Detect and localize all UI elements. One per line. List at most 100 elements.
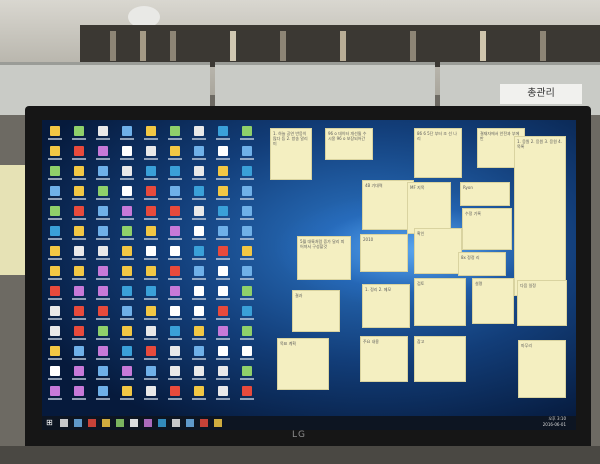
desktop-icon[interactable] [170, 386, 180, 396]
taskbar-app-icon[interactable] [186, 419, 194, 427]
desktop-icon[interactable] [194, 226, 204, 236]
sticky-note[interactable]: 96 o 데이터 개선될 수 시몽 96 o 보장되어간 [325, 128, 373, 160]
desktop-icon[interactable] [122, 346, 132, 356]
desktop-icon[interactable] [242, 286, 252, 296]
desktop-icon[interactable] [74, 286, 84, 296]
desktop-icon[interactable] [170, 126, 180, 136]
desktop-icon[interactable] [218, 126, 228, 136]
desktop-icon[interactable] [50, 306, 60, 316]
desktop-icon[interactable] [170, 286, 180, 296]
sticky-note[interactable]: 확인 [414, 228, 462, 274]
sticky-note[interactable]: 마무리 [518, 340, 566, 398]
desktop-icon[interactable] [98, 386, 108, 396]
desktop-icon[interactable] [218, 366, 228, 376]
desktop-icon[interactable] [50, 226, 60, 236]
desktop-icon[interactable] [50, 386, 60, 396]
desktop-icon[interactable] [218, 166, 228, 176]
desktop-icon[interactable] [122, 126, 132, 136]
desktop-icon[interactable] [170, 306, 180, 316]
desktop-icon[interactable] [194, 266, 204, 276]
desktop-icon[interactable] [194, 246, 204, 256]
desktop-icon[interactable] [146, 366, 156, 376]
desktop-icon[interactable] [170, 146, 180, 156]
desktop-icon[interactable] [74, 326, 84, 336]
desktop-icon[interactable] [170, 346, 180, 356]
desktop-icon[interactable] [242, 206, 252, 216]
desktop-icon[interactable] [194, 146, 204, 156]
sticky-note[interactable]: 1. 응원 2. 응원 3. 응원 4. 목록 [514, 136, 566, 296]
desktop-icon[interactable] [218, 326, 228, 336]
sticky-note[interactable]: 2010 [360, 234, 408, 272]
sticky-note[interactable]: 검토 [414, 278, 466, 326]
desktop-icon[interactable] [122, 226, 132, 236]
desktop-icon[interactable] [50, 146, 60, 156]
desktop-icon[interactable] [98, 186, 108, 196]
sticky-note[interactable]: 참고 [414, 336, 466, 382]
desktop-icon[interactable] [194, 126, 204, 136]
taskbar-app-icon[interactable] [144, 419, 152, 427]
desktop-icon[interactable] [122, 286, 132, 296]
desktop-icon[interactable] [194, 346, 204, 356]
desktop-icon[interactable] [98, 226, 108, 236]
taskbar-app-icon[interactable] [102, 419, 110, 427]
desktop-icon[interactable] [122, 326, 132, 336]
desktop-icon[interactable] [98, 206, 108, 216]
taskbar-app-icon[interactable] [214, 419, 222, 427]
desktop-icon[interactable] [122, 306, 132, 316]
desktop-icon[interactable] [50, 266, 60, 276]
desktop-icon[interactable] [218, 306, 228, 316]
desktop-icon[interactable] [146, 186, 156, 196]
desktop-icon[interactable] [74, 266, 84, 276]
desktop-icon[interactable] [170, 366, 180, 376]
desktop-icon[interactable] [74, 186, 84, 196]
sticky-note[interactable]: 8x 정정 리 [458, 252, 506, 276]
sticky-note[interactable]: 1. 하늘 공연 반응이 많다 등 2. 방송 알리미 [270, 128, 312, 180]
desktop-icon[interactable] [242, 226, 252, 236]
desktop-icon[interactable] [50, 126, 60, 136]
desktop-icon[interactable] [218, 286, 228, 296]
sticky-note[interactable]: Ryon [460, 182, 510, 206]
desktop-icon[interactable] [218, 146, 228, 156]
desktop-icon[interactable] [242, 346, 252, 356]
desktop-icon[interactable] [146, 286, 156, 296]
taskbar-app-icon[interactable] [158, 419, 166, 427]
desktop-icon[interactable] [242, 266, 252, 276]
desktop-icon[interactable] [146, 246, 156, 256]
desktop-icon[interactable] [146, 226, 156, 236]
taskbar-app-icon[interactable] [172, 419, 180, 427]
desktop-icon[interactable] [218, 346, 228, 356]
desktop-icon[interactable] [98, 366, 108, 376]
desktop-icon[interactable] [218, 186, 228, 196]
taskbar-app-icon[interactable] [74, 419, 82, 427]
desktop-icon[interactable] [74, 206, 84, 216]
sticky-note[interactable]: 설명 [472, 278, 514, 324]
desktop-icon[interactable] [194, 386, 204, 396]
desktop-icon[interactable] [194, 206, 204, 216]
taskbar-app-icon[interactable] [200, 419, 208, 427]
desktop-icon[interactable] [194, 306, 204, 316]
sticky-note[interactable]: 다음 일정 [517, 280, 567, 326]
desktop-icon[interactable] [242, 126, 252, 136]
desktop-icon[interactable] [122, 366, 132, 376]
desktop-icon[interactable] [74, 366, 84, 376]
desktop-icon[interactable] [122, 266, 132, 276]
taskbar-app-icon[interactable] [88, 419, 96, 427]
desktop-icon[interactable] [218, 226, 228, 236]
desktop-icon[interactable] [218, 246, 228, 256]
sticky-note[interactable]: 1. 정리 2. 메모 [362, 284, 410, 328]
desktop-icon[interactable] [170, 326, 180, 336]
desktop-icon[interactable] [194, 186, 204, 196]
desktop-icon[interactable] [74, 246, 84, 256]
desktop-icon[interactable] [146, 146, 156, 156]
sticky-note[interactable]: 주요 내용 [360, 336, 408, 382]
desktop-icon[interactable] [194, 286, 204, 296]
desktop-icon[interactable] [98, 126, 108, 136]
desktop-icon[interactable] [170, 226, 180, 236]
taskbar-app-icon[interactable] [130, 419, 138, 427]
desktop-icon[interactable] [98, 346, 108, 356]
desktop-icon[interactable] [146, 266, 156, 276]
desktop-icon[interactable] [146, 306, 156, 316]
taskbar-app-icon[interactable] [116, 419, 124, 427]
desktop-icon[interactable] [242, 186, 252, 196]
desktop-icon[interactable] [122, 206, 132, 216]
